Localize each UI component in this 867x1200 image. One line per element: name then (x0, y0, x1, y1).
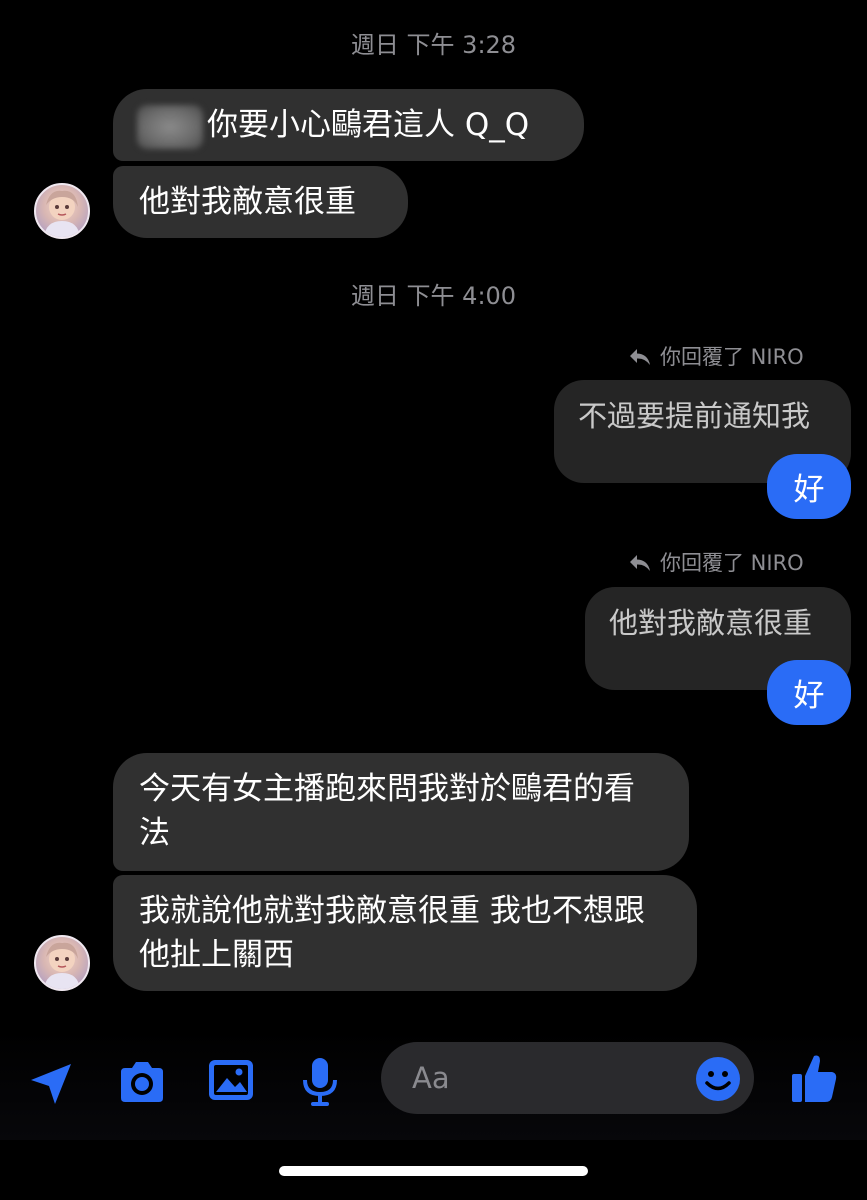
message-text: 我就說他就對我敵意很重 我也不想跟他扯上關西 (139, 893, 645, 973)
message-input[interactable]: Aa (381, 1042, 754, 1114)
contact-avatar[interactable] (34, 183, 90, 239)
quoted-text: 他對我敵意很重 (609, 606, 813, 640)
reply-arrow-icon (630, 555, 650, 571)
timestamp: 週日 下午 4:00 (350, 282, 517, 310)
microphone-icon[interactable] (300, 1056, 340, 1108)
message-text: 今天有女主播跑來問我對於鷗君的看法 (139, 771, 635, 851)
message-text: 好 (793, 472, 825, 508)
camera-icon[interactable] (117, 1060, 167, 1104)
reply-indicator: 你回覆了 NIRO (628, 343, 804, 371)
contact-avatar[interactable] (34, 935, 90, 991)
message-input-placeholder: Aa (412, 1061, 450, 1095)
home-indicator[interactable] (279, 1166, 588, 1176)
emoji-icon[interactable] (695, 1056, 741, 1102)
incoming-message[interactable]: 今天有女主播跑來問我對於鷗君的看法 (113, 753, 689, 871)
avatar-illustration (44, 942, 80, 989)
timestamp: 週日 下午 3:28 (350, 31, 517, 59)
composer-bar: Aa (0, 1030, 867, 1140)
outgoing-message[interactable]: 好 (767, 454, 851, 519)
quoted-text: 不過要提前通知我 (578, 399, 811, 433)
thumbs-up-icon[interactable] (790, 1052, 838, 1104)
incoming-message[interactable]: 你要小心鷗君這人 Q_Q (113, 89, 584, 161)
message-text: 他對我敵意很重 (139, 184, 356, 220)
message-text: 你要小心鷗君這人 Q_Q (207, 107, 530, 143)
reply-arrow-icon (630, 349, 650, 365)
reply-indicator: 你回覆了 NIRO (628, 549, 804, 577)
avatar-illustration (44, 190, 80, 237)
reply-label: 你回覆了 NIRO (660, 551, 804, 575)
message-text: 好 (793, 678, 825, 714)
outgoing-message[interactable]: 好 (767, 660, 851, 725)
reply-label: 你回覆了 NIRO (660, 345, 804, 369)
redacted-name (137, 104, 203, 149)
image-icon[interactable] (207, 1058, 255, 1102)
incoming-message[interactable]: 我就說他就對我敵意很重 我也不想跟他扯上關西 (113, 875, 697, 991)
location-arrow-icon[interactable] (27, 1060, 75, 1108)
incoming-message[interactable]: 他對我敵意很重 (113, 166, 408, 238)
